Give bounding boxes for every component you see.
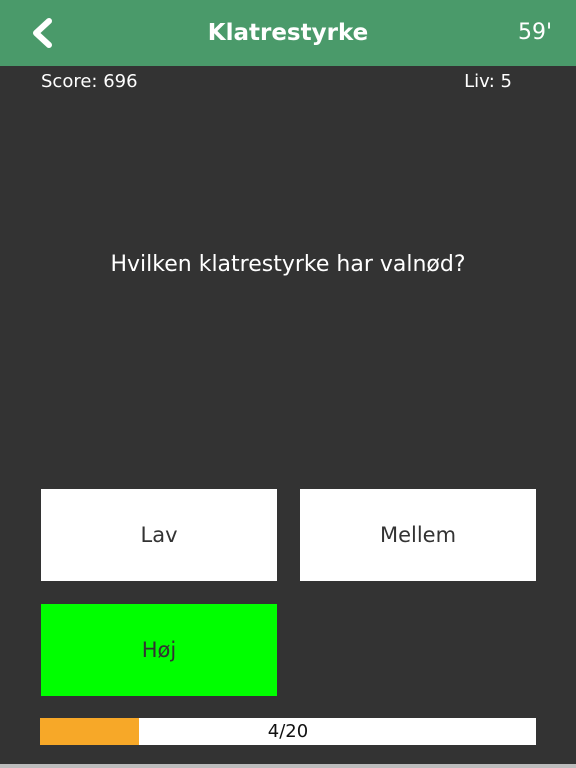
answer-button-hoj[interactable]: Høj [41,604,277,696]
progress-bar: 4/20 [40,718,536,745]
question-text: Hvilken klatrestyrke har valnød? [110,252,466,277]
bottom-divider [0,764,576,768]
progress-label: 4/20 [267,721,309,742]
answer-label: Mellem [379,523,457,547]
answer-label: Lav [140,523,178,547]
page-title: Klatrestyrke [207,20,369,46]
app-header: Klatrestyrke 59' [0,0,576,66]
score-display: Score: 696 [41,71,138,92]
answer-button-mellem[interactable]: Mellem [300,489,536,581]
answer-label: Høj [141,638,177,662]
timer-display: 59' [517,20,552,45]
answer-button-lav[interactable]: Lav [41,489,277,581]
lives-display: Liv: 5 [464,71,512,92]
